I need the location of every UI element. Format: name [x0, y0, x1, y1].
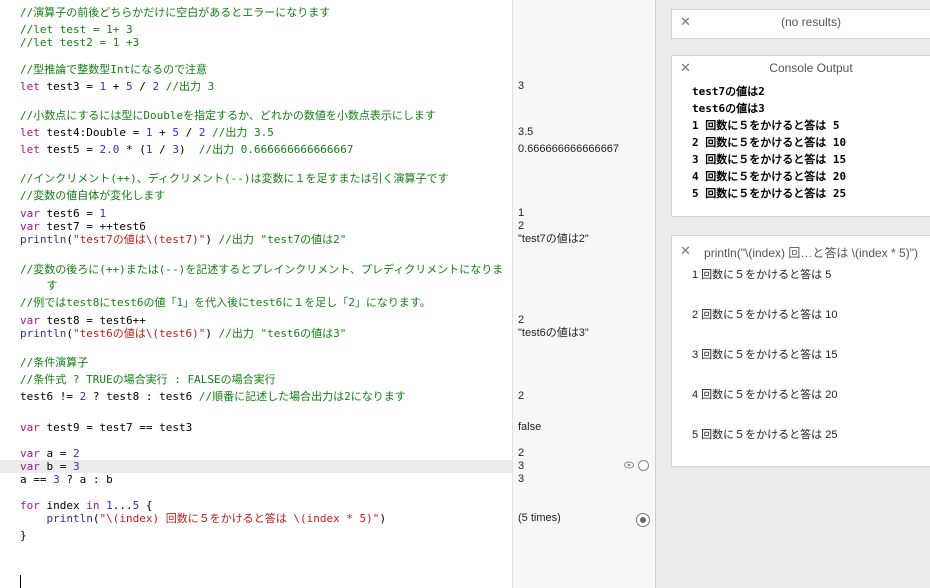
- no-results-panel: ✕ (no results): [671, 9, 930, 39]
- console-output-panel: ✕ Console Output test7の値は2 test6の値は3 1 回…: [671, 55, 930, 217]
- code-line[interactable]: let test3 = 1 + 5 / 2 //出力 3: [20, 80, 214, 93]
- code-line[interactable]: var test7 = ++test6: [20, 220, 146, 233]
- println-line: 5 回数に５をかけると答は 25: [692, 429, 838, 441]
- code-line[interactable]: //演算子の前後どちらかだけに空白があるとエラーになります: [20, 6, 330, 19]
- code-line[interactable]: //let test = 1+ 3: [20, 23, 133, 36]
- close-icon[interactable]: ✕: [680, 14, 691, 30]
- code-line[interactable]: //変数の値自体が変化します: [20, 189, 165, 202]
- code-editor[interactable]: //演算子の前後どちらかだけに空白があるとエラーになります //let test…: [0, 0, 512, 588]
- code-line[interactable]: println("test6の値は\(test6)") //出力 "test6の…: [20, 327, 346, 340]
- code-line[interactable]: var b = 3: [20, 460, 80, 473]
- code-line[interactable]: var a = 2: [20, 447, 80, 460]
- console-line: 4 回数に５をかけると答は 20: [692, 170, 847, 183]
- println-line: 4 回数に５をかけると答は 20: [692, 389, 838, 401]
- code-line[interactable]: //let test2 = 1 +3: [20, 36, 139, 49]
- text-cursor: [20, 575, 21, 588]
- results-sidebar: 3 3.5 0.666666666666667 1 2 "test7の値は2" …: [512, 0, 657, 588]
- code-line[interactable]: //変数の後ろに(++)または(--)を記述するとプレインクリメント、プレディク…: [20, 263, 503, 276]
- console-line: 5 回数に５をかけると答は 25: [692, 187, 847, 200]
- code-line[interactable]: test6 != 2 ? test8 : test6 //順番に記述した場合出力…: [20, 390, 406, 403]
- result-value[interactable]: 3: [518, 80, 524, 93]
- code-line[interactable]: //小数点にするには型にDoubleを指定するか、どれかの数値を小数点表示にしま…: [20, 109, 436, 122]
- println-line: 3 回数に５をかけると答は 15: [692, 349, 838, 361]
- code-line[interactable]: println("\(index) 回数に５をかけると答は \(index * …: [20, 512, 387, 525]
- code-line[interactable]: for index in 1...5 {: [20, 499, 152, 512]
- console-line: test6の値は3: [692, 102, 765, 115]
- code-line[interactable]: }: [20, 529, 27, 542]
- code-line[interactable]: let test5 = 2.0 * (1 / 3) //出力 0.6666666…: [20, 143, 353, 156]
- result-value[interactable]: 3: [518, 460, 524, 473]
- result-value[interactable]: 3.5: [518, 126, 533, 139]
- println-line: 1 回数に５をかけると答は 5: [692, 269, 832, 281]
- result-value[interactable]: 3: [518, 473, 524, 486]
- console-line: 3 回数に５をかけると答は 15: [692, 153, 847, 166]
- result-value[interactable]: 2: [518, 314, 524, 327]
- code-line[interactable]: //条件式 ? TRUEの場合実行 : FALSEの場合実行: [20, 373, 276, 386]
- println-value-panel: ✕ println("\(index) 回…と答は \(index * 5)")…: [671, 235, 930, 467]
- result-value[interactable]: 1: [518, 207, 524, 220]
- code-line[interactable]: println("test7の値は\(test7)") //出力 "test7の…: [20, 233, 346, 246]
- value-history-icon[interactable]: [638, 460, 649, 471]
- code-line[interactable]: //型推論で整数型Intになるので注意: [20, 63, 207, 76]
- result-value[interactable]: 2: [518, 447, 524, 460]
- panel-title: (no results): [780, 15, 842, 29]
- panel-title: println("\(index) 回…と答は \(index * 5)"): [704, 246, 918, 260]
- close-icon[interactable]: ✕: [680, 60, 691, 76]
- timeline-pane: ✕ (no results) ✕ Console Output test7の値は…: [656, 0, 930, 588]
- code-line[interactable]: //例ではtest8にtest6の値「1」を代入後にtest6に１を足し「2」に…: [20, 296, 431, 309]
- record-icon[interactable]: [636, 513, 650, 527]
- close-icon[interactable]: ✕: [680, 243, 691, 259]
- println-line: 2 回数に５をかけると答は 10: [692, 309, 838, 321]
- result-value[interactable]: "test6の値は3": [518, 327, 589, 340]
- console-line: 2 回数に５をかけると答は 10: [692, 136, 847, 149]
- console-line: test7の値は2: [692, 85, 765, 98]
- code-line[interactable]: //インクリメント(++)、ディクリメント(--)は変数に１を足すまたは引く演算…: [20, 172, 448, 185]
- result-value[interactable]: 2: [518, 220, 524, 233]
- result-value[interactable]: (5 times): [518, 512, 561, 525]
- result-value[interactable]: 0.666666666666667: [518, 143, 619, 156]
- quick-look-eye-icon[interactable]: [624, 461, 634, 469]
- console-line: 1 回数に５をかけると答は 5: [692, 119, 840, 132]
- code-line[interactable]: let test4:Double = 1 + 5 / 2 //出力 3.5: [20, 126, 274, 139]
- result-value[interactable]: "test7の値は2": [518, 233, 589, 246]
- code-line[interactable]: a == 3 ? a : b: [20, 473, 113, 486]
- result-value[interactable]: false: [518, 421, 541, 434]
- code-line[interactable]: var test6 = 1: [20, 207, 106, 220]
- panel-title: Console Output: [769, 61, 853, 75]
- code-line[interactable]: //条件演算子: [20, 356, 88, 369]
- code-line[interactable]: var test8 = test6++: [20, 314, 146, 327]
- code-line[interactable]: var test9 = test7 == test3: [20, 421, 192, 434]
- result-value[interactable]: 2: [518, 390, 524, 403]
- code-line[interactable]: す: [20, 279, 57, 292]
